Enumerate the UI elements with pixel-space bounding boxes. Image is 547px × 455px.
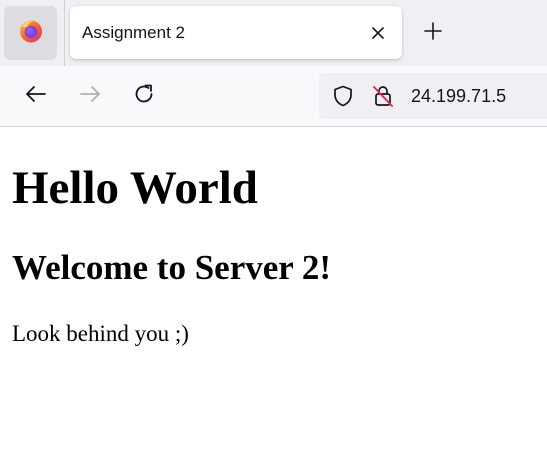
lock-insecure-icon[interactable] [371,84,395,108]
tab-assignment-2[interactable]: Assignment 2 [70,6,402,59]
plus-icon [423,21,443,46]
reload-button[interactable] [131,83,157,109]
new-tab-button[interactable] [420,20,446,46]
shield-icon[interactable] [331,84,355,108]
tab-strip: Assignment 2 [0,0,547,66]
page-heading: Hello World [12,162,258,214]
close-icon[interactable] [368,23,388,43]
navigation-toolbar: 24.199.71.5 [0,66,547,127]
tab-title: Assignment 2 [82,23,185,42]
arrow-right-icon [78,82,102,111]
tab-strip-divider [64,0,65,66]
page-content: Hello World Welcome to Server 2! Look be… [0,127,547,455]
arrow-left-icon [24,82,48,111]
back-button[interactable] [23,83,49,109]
forward-button[interactable] [77,83,103,109]
page-paragraph: Look behind you ;) [12,321,189,346]
page-subheading: Welcome to Server 2! [12,248,332,287]
url-text[interactable]: 24.199.71.5 [411,85,506,107]
firefox-logo-icon [18,18,44,49]
reload-icon [132,82,156,111]
url-bar[interactable]: 24.199.71.5 [319,73,547,119]
firefox-view-button[interactable] [4,6,57,60]
